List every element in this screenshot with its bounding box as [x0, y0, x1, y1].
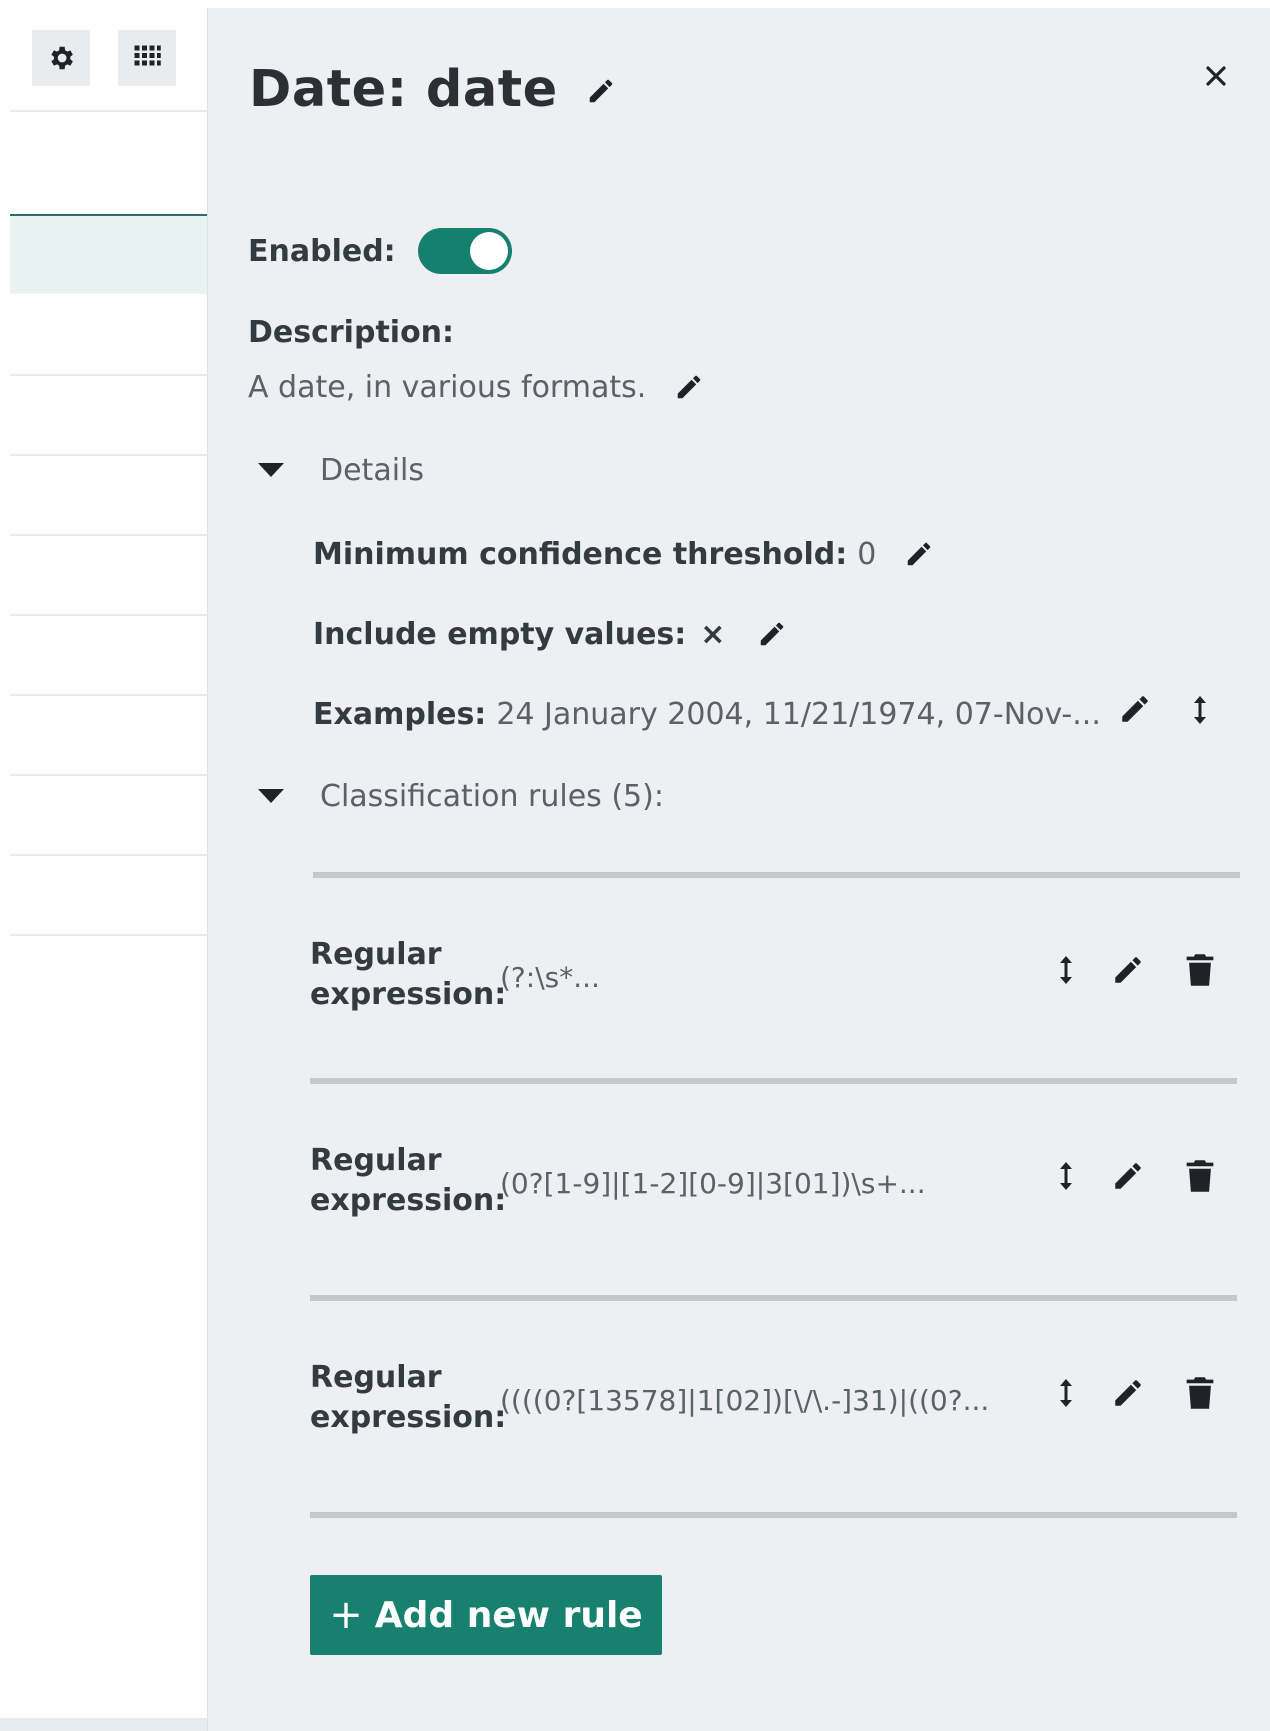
- vertical-arrows-icon: [1194, 696, 1206, 724]
- pencil-icon: [1115, 1163, 1141, 1189]
- delete-rule-button[interactable]: [1180, 953, 1220, 987]
- edit-title-button[interactable]: [586, 76, 616, 106]
- classification-rule: Regular expression: (?:\s*...: [310, 935, 1214, 1025]
- left-selected-row[interactable]: [10, 214, 207, 294]
- rule-actions: [1050, 953, 1220, 987]
- apps-grid-button[interactable]: [118, 30, 176, 86]
- move-rule-button[interactable]: [1050, 1377, 1082, 1409]
- edit-description-button[interactable]: [674, 372, 704, 402]
- rule-actions: [1050, 1159, 1220, 1193]
- rule-divider: [310, 1295, 1237, 1301]
- left-bottom-strip: [0, 1718, 207, 1731]
- details-toggle[interactable]: Details: [256, 448, 424, 492]
- plus-icon: +: [329, 1592, 363, 1638]
- delete-rule-button[interactable]: [1180, 1376, 1220, 1410]
- min-confidence-label: Minimum confidence threshold:: [313, 536, 848, 572]
- move-rule-button[interactable]: [1050, 1160, 1082, 1192]
- edit-min-confidence-button[interactable]: [904, 539, 934, 569]
- pencil-icon: [678, 375, 701, 399]
- left-row-divider: [10, 774, 207, 776]
- drawer-header: Date: date: [249, 54, 616, 124]
- trash-icon: [1186, 1377, 1214, 1409]
- description-label: Description:: [248, 315, 455, 350]
- rule-expression: (0?[1-9]|[1-2][0-9]|3[01])\s+...: [500, 1167, 926, 1200]
- classification-rules-label: Classification rules (5):: [320, 778, 664, 814]
- examples-row: Examples: 24 January 2004, 11/21/1974, 0…: [313, 692, 1101, 736]
- edit-rule-button[interactable]: [1108, 1159, 1148, 1193]
- left-row-divider: [10, 374, 207, 376]
- expand-examples-button[interactable]: [1192, 694, 1208, 726]
- left-row-divider: [10, 934, 207, 936]
- rule-divider: [310, 1078, 1237, 1084]
- rule-type-label: Regular expression:: [310, 1143, 507, 1218]
- classification-rule: Regular expression: ((((0?[13578]|1[02])…: [310, 1358, 1214, 1448]
- left-row-divider: [10, 854, 207, 856]
- include-empty-row: Include empty values: ×: [313, 612, 787, 656]
- edit-rule-button[interactable]: [1108, 1376, 1148, 1410]
- edit-examples-button[interactable]: [1118, 692, 1152, 726]
- page-title: Date: date: [249, 59, 558, 119]
- classification-rule: Regular expression: (0?[1-9]|[1-2][0-9]|…: [310, 1141, 1214, 1231]
- delete-rule-button[interactable]: [1180, 1159, 1220, 1193]
- vertical-arrows-icon: [1060, 1162, 1072, 1190]
- detail-drawer: Date: date Enabled: Description: A date,…: [207, 8, 1270, 1731]
- left-row-divider: [10, 454, 207, 456]
- enabled-row: Enabled:: [248, 228, 512, 274]
- trash-icon: [1186, 954, 1214, 986]
- description-row: A date, in various formats.: [248, 366, 704, 408]
- include-empty-value: ×: [700, 616, 726, 652]
- caret-down-icon: [258, 463, 284, 477]
- pencil-icon: [1115, 957, 1141, 983]
- vertical-arrows-icon: [1060, 956, 1072, 984]
- min-confidence-value: 0: [857, 536, 877, 572]
- pencil-icon: [761, 622, 784, 646]
- pencil-icon: [589, 79, 613, 103]
- examples-value: 24 January 2004, 11/21/1974, 07-Nov-...: [496, 696, 1101, 732]
- pencil-icon: [1122, 696, 1148, 722]
- edit-include-empty-button[interactable]: [757, 619, 787, 649]
- rule-expression: ((((0?[13578]|1[02])[\/\.-]31)|((0?...: [500, 1384, 990, 1417]
- rule-divider: [313, 872, 1240, 878]
- rule-type-label: Regular expression:: [310, 1360, 507, 1435]
- grid-icon: [134, 45, 161, 66]
- toggle-knob: [469, 232, 508, 270]
- close-icon: [1206, 66, 1226, 86]
- edit-rule-button[interactable]: [1108, 953, 1148, 987]
- left-divider: [10, 110, 207, 112]
- examples-label: Examples:: [313, 696, 487, 732]
- enabled-label: Enabled:: [248, 233, 396, 269]
- rule-actions: [1050, 1376, 1220, 1410]
- add-new-rule-label: Add new rule: [374, 1594, 643, 1636]
- settings-button[interactable]: [32, 30, 90, 86]
- min-confidence-row: Minimum confidence threshold: 0: [313, 532, 934, 576]
- add-new-rule-button[interactable]: + Add new rule: [310, 1575, 662, 1655]
- left-row-divider: [10, 694, 207, 696]
- rule-expression: (?:\s*...: [500, 961, 600, 994]
- details-label: Details: [320, 452, 425, 488]
- trash-icon: [1186, 1160, 1214, 1192]
- left-row-divider: [10, 534, 207, 536]
- rule-divider: [310, 1512, 1237, 1518]
- include-empty-label: Include empty values:: [313, 616, 687, 652]
- vertical-arrows-icon: [1060, 1379, 1072, 1407]
- classification-rules-toggle[interactable]: Classification rules (5):: [256, 774, 664, 818]
- pencil-icon: [1115, 1380, 1141, 1406]
- move-rule-button[interactable]: [1050, 954, 1082, 986]
- enabled-toggle[interactable]: [417, 228, 512, 274]
- left-row-divider: [10, 614, 207, 616]
- close-button[interactable]: [1194, 54, 1238, 98]
- pencil-icon: [908, 542, 931, 566]
- rule-type-label: Regular expression:: [310, 937, 507, 1012]
- left-panel: [0, 0, 207, 1731]
- gear-icon: [51, 46, 73, 70]
- description-text: A date, in various formats.: [248, 369, 647, 405]
- caret-down-icon: [258, 789, 284, 803]
